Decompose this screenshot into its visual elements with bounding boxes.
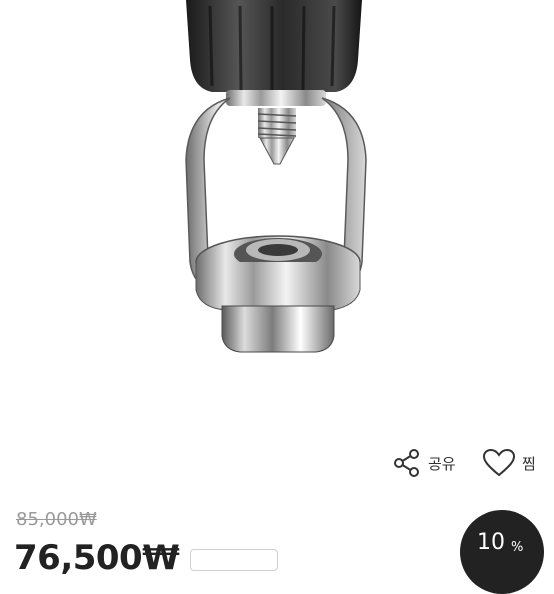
share-icon <box>394 449 419 477</box>
discount-badge: 10 % <box>460 510 544 594</box>
action-bar: 공유 찜 <box>0 440 554 486</box>
discount-value: 10 <box>477 530 505 555</box>
product-image <box>0 0 554 430</box>
like-button[interactable]: 찜 <box>482 446 536 480</box>
share-label: 공유 <box>428 454 456 473</box>
original-price: 85,000₩ <box>16 509 97 530</box>
regulator-adapter-illustration <box>185 0 367 353</box>
heart-outline-icon <box>482 448 516 477</box>
like-label: 찜 <box>522 454 536 473</box>
option-box[interactable] <box>190 549 278 571</box>
sale-price: 76,500₩ <box>14 538 180 578</box>
share-button[interactable]: 공유 <box>392 446 456 480</box>
discount-unit: % <box>511 540 524 555</box>
